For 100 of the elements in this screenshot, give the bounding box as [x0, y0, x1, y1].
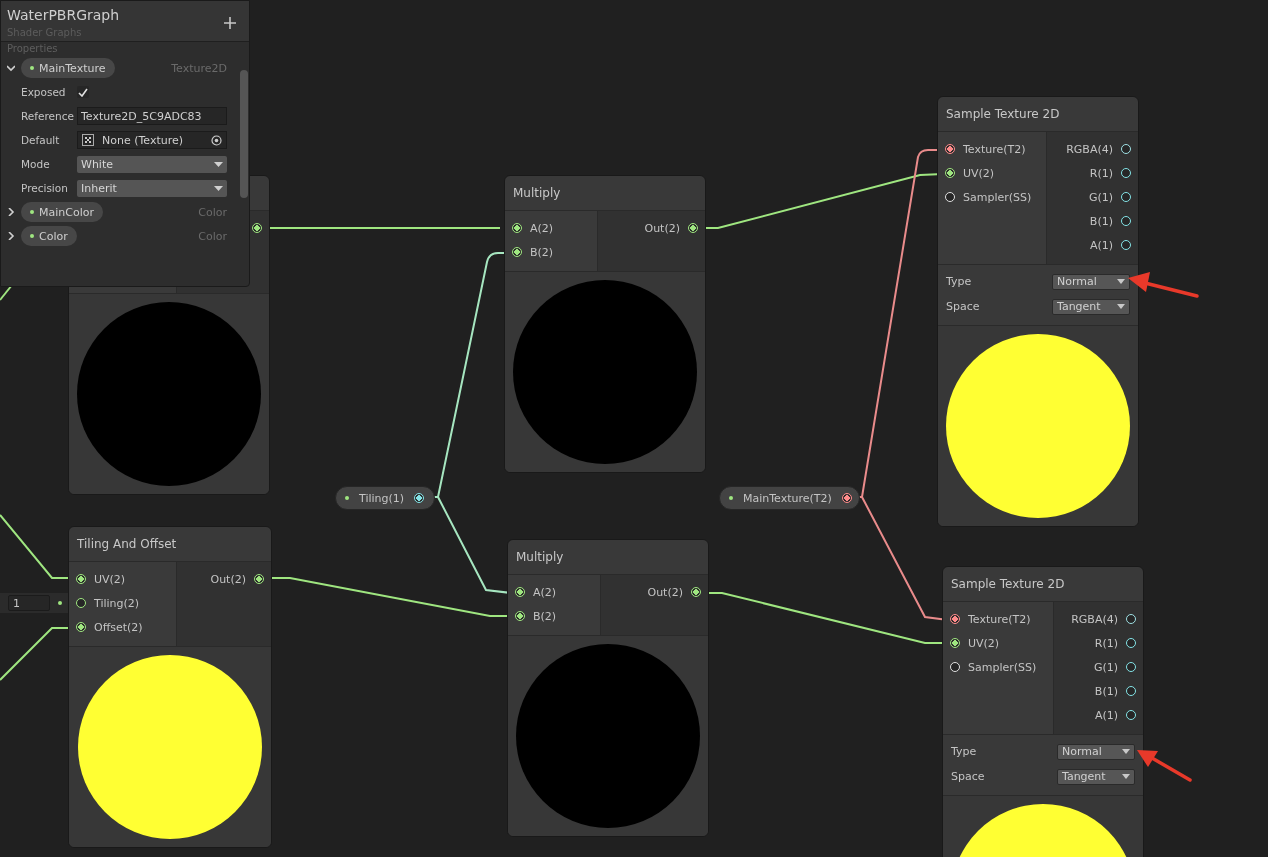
output-port[interactable] [688, 223, 698, 233]
port-label: B(2) [533, 609, 557, 623]
property-type: Color [198, 229, 227, 243]
chevron-icon[interactable] [7, 208, 15, 216]
control-label: Space [946, 300, 980, 313]
node-title: Sample Texture 2D [951, 577, 1065, 591]
caret-icon [1117, 279, 1125, 284]
dropdown[interactable]: Normal [1057, 743, 1135, 760]
dot-icon [345, 496, 349, 500]
output-port[interactable] [1126, 710, 1136, 720]
chevron-icon[interactable] [7, 64, 15, 72]
port-label: RGBA(4) [1071, 612, 1118, 626]
field-label: Mode [21, 158, 51, 170]
control-label: Type [946, 275, 972, 288]
output-port[interactable] [1126, 686, 1136, 696]
checkbox[interactable] [77, 86, 89, 98]
property-node-label: MainTexture(T2) [743, 491, 832, 505]
output-port[interactable] [1126, 614, 1136, 624]
graph-title: WaterPBRGraph [7, 7, 120, 23]
property-type: Texture2D [171, 61, 227, 75]
input-port[interactable] [512, 223, 522, 233]
output-port[interactable] [254, 574, 264, 584]
text-field[interactable]: Texture2D_5C9ADC83 [77, 107, 227, 125]
output-port[interactable] [1126, 662, 1136, 672]
node-title: Sample Texture 2D [946, 107, 1060, 121]
input-port[interactable] [76, 574, 86, 584]
port-label: Tiling(2) [94, 596, 140, 610]
output-port[interactable] [841, 493, 852, 503]
control-label: Space [951, 770, 985, 783]
dot-icon [30, 210, 34, 214]
port-label: A(1) [1094, 708, 1118, 722]
property-node[interactable]: Tiling(1) [335, 486, 435, 510]
connection-wire [0, 284, 13, 301]
dot-icon [729, 496, 733, 500]
object-field[interactable]: None (Texture) [77, 131, 227, 149]
port-label: B(1) [1094, 684, 1118, 698]
port-label: G(1) [1088, 190, 1113, 204]
property-pill[interactable]: Color [21, 226, 77, 246]
dropdown[interactable]: Inherit [77, 179, 227, 197]
object-value: None (Texture) [102, 133, 185, 147]
port-label: UV(2) [963, 166, 995, 180]
node-card[interactable]: Sample Texture 2D Texture(T2) UV(2) Sampler(SS) RGBA(4) R(1) G(1) B(1) A(1) Type Normal Space Tangent [942, 566, 1144, 857]
property-node[interactable]: MainTexture(T2) [719, 486, 860, 510]
output-port[interactable] [1126, 638, 1136, 648]
output-port[interactable] [1121, 240, 1131, 250]
property-pill[interactable]: MainTexture [21, 58, 115, 78]
property-name: Color [39, 229, 68, 243]
caret-icon [1122, 774, 1130, 779]
dot-icon [30, 234, 34, 238]
dropdown[interactable]: Tangent [1052, 298, 1130, 315]
annotation-arrow [1137, 750, 1192, 782]
port-label: Texture(T2) [963, 142, 1026, 156]
input-port[interactable] [945, 144, 955, 154]
port-label: UV(2) [94, 572, 126, 586]
input-port[interactable] [76, 622, 86, 632]
node-card[interactable]: Multiply A(2) B(2) Out(2) [504, 175, 706, 473]
port-label: R(1) [1094, 636, 1118, 650]
texture-icon [82, 134, 94, 146]
port-label: Texture(T2) [968, 612, 1031, 626]
node-card[interactable]: Sample Texture 2D Texture(T2) UV(2) Sampler(SS) RGBA(4) R(1) G(1) B(1) A(1) Type Normal Space Tangent [937, 96, 1139, 527]
node-card[interactable]: Tiling And Offset UV(2) Tiling(2) Offset(2) Out(2) [68, 526, 272, 848]
output-port[interactable] [252, 223, 262, 233]
property-name: MainColor [39, 205, 94, 219]
input-port[interactable] [512, 247, 522, 257]
output-port[interactable] [414, 493, 425, 503]
node-card[interactable]: Multiply A(2) B(2) Out(2) [507, 539, 709, 837]
input-port[interactable] [950, 638, 960, 648]
field-label: Precision [21, 182, 69, 194]
input-port[interactable] [515, 587, 525, 597]
input-port[interactable] [515, 611, 525, 621]
target-icon[interactable] [211, 134, 222, 146]
port-label: B(2) [530, 245, 554, 259]
dropdown[interactable]: Normal [1052, 273, 1130, 290]
add-icon[interactable] [224, 16, 236, 29]
inline-value-field[interactable]: 1 [8, 595, 50, 611]
output-port[interactable] [1121, 192, 1131, 202]
dropdown[interactable]: White [77, 155, 227, 173]
output-port[interactable] [1121, 168, 1131, 178]
caret-icon [1122, 749, 1130, 754]
input-port[interactable] [76, 598, 86, 608]
output-port[interactable] [691, 587, 701, 597]
port-label: Out(2) [647, 585, 683, 599]
dot-icon [58, 601, 62, 605]
property-pill[interactable]: MainColor [21, 202, 103, 222]
output-port[interactable] [1121, 144, 1131, 154]
input-port[interactable] [945, 168, 955, 178]
dot-icon [30, 66, 34, 70]
port-label: UV(2) [968, 636, 1000, 650]
dropdown[interactable]: Tangent [1057, 768, 1135, 785]
node-title: Multiply [516, 550, 564, 564]
field-label: Exposed [21, 86, 67, 98]
scrollbar-thumb[interactable] [240, 70, 248, 198]
caret-icon [214, 161, 223, 167]
port-label: Out(2) [644, 221, 680, 235]
input-port[interactable] [950, 614, 960, 624]
output-port[interactable] [1121, 216, 1131, 226]
field-label: Default [21, 134, 61, 146]
chevron-icon[interactable] [7, 232, 15, 240]
port-label: B(1) [1089, 214, 1113, 228]
node-title: Multiply [513, 186, 561, 200]
